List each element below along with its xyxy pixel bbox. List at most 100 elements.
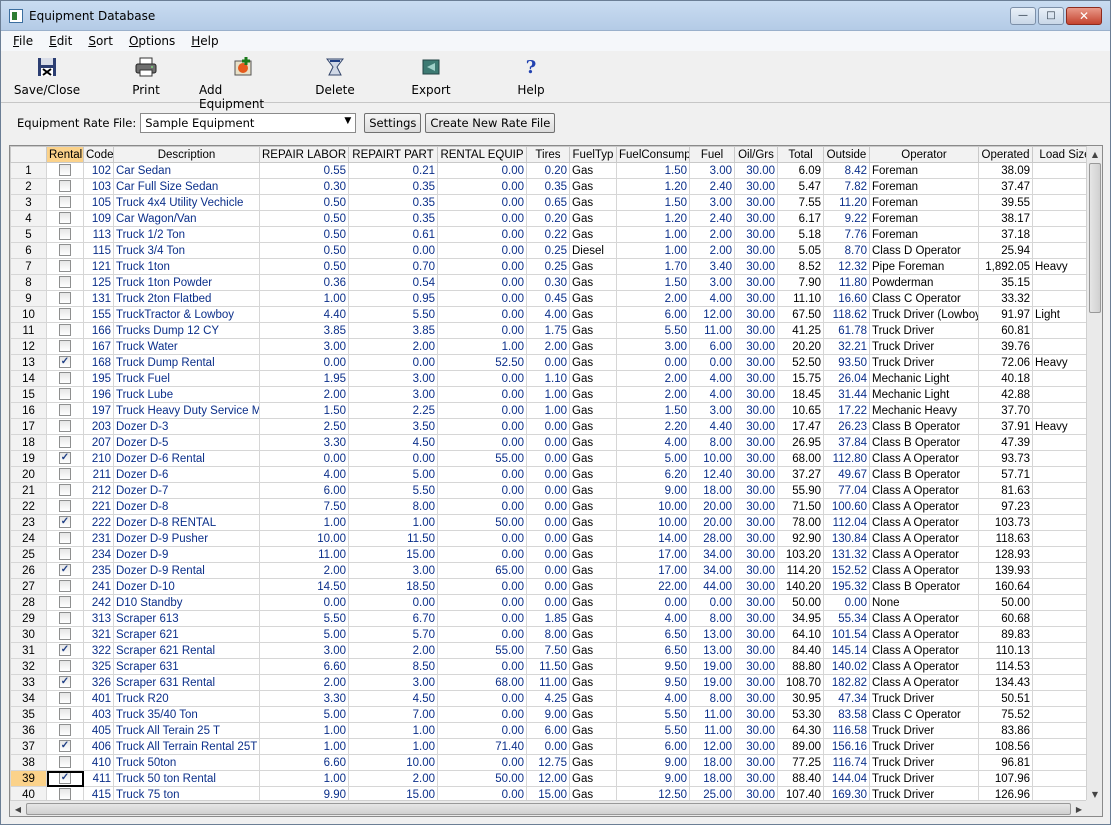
operator-cell[interactable]: Class A Operator: [869, 514, 979, 531]
operator-cell[interactable]: Class C Operator: [869, 706, 979, 723]
rental-equip-cell[interactable]: 0.00: [437, 690, 527, 707]
code-cell[interactable]: 211: [83, 466, 114, 483]
col-header-fuel-type[interactable]: FuelTyp: [569, 146, 617, 163]
rental-checkbox-cell[interactable]: ✓: [46, 674, 84, 691]
fuel-consump-cell[interactable]: 1.00: [616, 242, 690, 259]
rental-equip-cell[interactable]: 50.00: [437, 770, 527, 787]
fuel-cell[interactable]: 2.00: [689, 242, 735, 259]
rental-equip-cell[interactable]: 0.00: [437, 658, 527, 675]
code-cell[interactable]: 210: [83, 450, 114, 467]
rental-equip-cell[interactable]: 0.00: [437, 258, 527, 275]
fuel-type-cell[interactable]: Gas: [569, 610, 617, 627]
outside-cell[interactable]: 156.16: [823, 738, 870, 755]
operator-cell[interactable]: Class A Operator: [869, 546, 979, 563]
repair-labor-cell[interactable]: 2.00: [259, 674, 349, 691]
operator-cell[interactable]: None: [869, 594, 979, 611]
fuel-consump-cell[interactable]: 1.00: [616, 226, 690, 243]
oil-grs-cell[interactable]: 30.00: [734, 546, 778, 563]
col-header-fuel-consump[interactable]: FuelConsump: [616, 146, 690, 163]
oil-grs-cell[interactable]: 30.00: [734, 738, 778, 755]
rental-checkbox[interactable]: [59, 708, 71, 721]
fuel-consump-cell[interactable]: 9.00: [616, 754, 690, 771]
fuel-consump-cell[interactable]: 3.00: [616, 338, 690, 355]
code-cell[interactable]: 195: [83, 370, 114, 387]
table-row[interactable]: 2 103 Car Full Size Sedan 0.30 0.35 0.00 0.35 G…: [10, 178, 1098, 195]
fuel-type-cell[interactable]: Gas: [569, 546, 617, 563]
tires-cell[interactable]: 0.00: [526, 530, 570, 547]
repair-labor-cell[interactable]: 0.00: [259, 594, 349, 611]
fuel-consump-cell[interactable]: 1.20: [616, 210, 690, 227]
code-cell[interactable]: 313: [83, 610, 114, 627]
col-header-fuel[interactable]: Fuel: [689, 146, 735, 163]
repair-part-cell[interactable]: 15.00: [348, 546, 438, 563]
tires-cell[interactable]: 0.00: [526, 418, 570, 435]
operator-cell[interactable]: Truck Driver: [869, 322, 979, 339]
rental-checkbox-cell[interactable]: ✓: [46, 450, 84, 467]
repair-part-cell[interactable]: 0.54: [348, 274, 438, 291]
outside-cell[interactable]: 93.50: [823, 354, 870, 371]
operator-cell[interactable]: Class B Operator: [869, 418, 979, 435]
oil-grs-cell[interactable]: 30.00: [734, 386, 778, 403]
fuel-cell[interactable]: 4.00: [689, 370, 735, 387]
fuel-type-cell[interactable]: Gas: [569, 402, 617, 419]
rental-checkbox[interactable]: [59, 292, 71, 305]
fuel-cell[interactable]: 18.00: [689, 754, 735, 771]
rental-checkbox-cell[interactable]: [46, 754, 84, 771]
table-row[interactable]: 25 234 Dozer D-9 11.00 15.00 0.00 0.00 Gas 17.00…: [10, 546, 1098, 563]
rental-checkbox[interactable]: [59, 276, 71, 289]
repair-part-cell[interactable]: 0.21: [348, 162, 438, 179]
rental-equip-cell[interactable]: 0.00: [437, 322, 527, 339]
rental-equip-cell[interactable]: 1.00: [437, 338, 527, 355]
rental-checkbox[interactable]: [59, 548, 71, 561]
fuel-cell[interactable]: 2.40: [689, 210, 735, 227]
oil-grs-cell[interactable]: 30.00: [734, 194, 778, 211]
repair-part-cell[interactable]: 0.00: [348, 450, 438, 467]
rental-equip-cell[interactable]: 0.00: [437, 722, 527, 739]
operator-cell[interactable]: Truck Driver: [869, 338, 979, 355]
oil-grs-cell[interactable]: 30.00: [734, 578, 778, 595]
oil-grs-cell[interactable]: 30.00: [734, 674, 778, 691]
outside-cell[interactable]: 112.04: [823, 514, 870, 531]
rental-checkbox[interactable]: [59, 788, 71, 801]
oil-grs-cell[interactable]: 30.00: [734, 290, 778, 307]
fuel-consump-cell[interactable]: 2.00: [616, 370, 690, 387]
fuel-type-cell[interactable]: Gas: [569, 434, 617, 451]
repair-labor-cell[interactable]: 2.00: [259, 562, 349, 579]
code-cell[interactable]: 235: [83, 562, 114, 579]
table-row[interactable]: 29 313 Scraper 613 5.50 6.70 0.00 1.85 Gas 4.00 8…: [10, 610, 1098, 627]
rental-checkbox-cell[interactable]: [46, 690, 84, 707]
rental-checkbox[interactable]: ✓: [59, 740, 71, 753]
rental-checkbox-cell[interactable]: [46, 498, 84, 515]
table-row[interactable]: 9 131 Truck 2ton Flatbed 1.00 0.95 0.00 0.45 Ga…: [10, 290, 1098, 307]
tires-cell[interactable]: 0.22: [526, 226, 570, 243]
description-cell[interactable]: Dozer D-9 Rental: [113, 562, 260, 579]
table-row[interactable]: 23 ✓ 222 Dozer D-8 RENTAL 1.00 1.00 50.00 0.00 G…: [10, 514, 1098, 531]
tires-cell[interactable]: 0.00: [526, 482, 570, 499]
oil-grs-cell[interactable]: 30.00: [734, 770, 778, 787]
tires-cell[interactable]: 0.35: [526, 178, 570, 195]
outside-cell[interactable]: 118.62: [823, 306, 870, 323]
fuel-type-cell[interactable]: Gas: [569, 450, 617, 467]
oil-grs-cell[interactable]: 30.00: [734, 754, 778, 771]
rental-equip-cell[interactable]: 0.00: [437, 578, 527, 595]
oil-grs-cell[interactable]: 30.00: [734, 338, 778, 355]
rental-checkbox[interactable]: [59, 436, 71, 449]
table-row[interactable]: 11 166 Trucks Dump 12 CY 3.85 3.85 0.00 1.75 Ga…: [10, 322, 1098, 339]
tires-cell[interactable]: 0.20: [526, 162, 570, 179]
repair-labor-cell[interactable]: 11.00: [259, 546, 349, 563]
description-cell[interactable]: Scraper 621: [113, 626, 260, 643]
operator-cell[interactable]: Class A Operator: [869, 674, 979, 691]
description-cell[interactable]: Dozer D-7: [113, 482, 260, 499]
fuel-cell[interactable]: 8.00: [689, 434, 735, 451]
fuel-type-cell[interactable]: Gas: [569, 338, 617, 355]
outside-cell[interactable]: 182.82: [823, 674, 870, 691]
rental-checkbox-cell[interactable]: [46, 402, 84, 419]
oil-grs-cell[interactable]: 30.00: [734, 402, 778, 419]
fuel-consump-cell[interactable]: 9.00: [616, 770, 690, 787]
fuel-consump-cell[interactable]: 6.00: [616, 306, 690, 323]
repair-labor-cell[interactable]: 0.00: [259, 354, 349, 371]
fuel-consump-cell[interactable]: 2.20: [616, 418, 690, 435]
fuel-type-cell[interactable]: Gas: [569, 274, 617, 291]
tires-cell[interactable]: 12.75: [526, 754, 570, 771]
rental-equip-cell[interactable]: 71.40: [437, 738, 527, 755]
